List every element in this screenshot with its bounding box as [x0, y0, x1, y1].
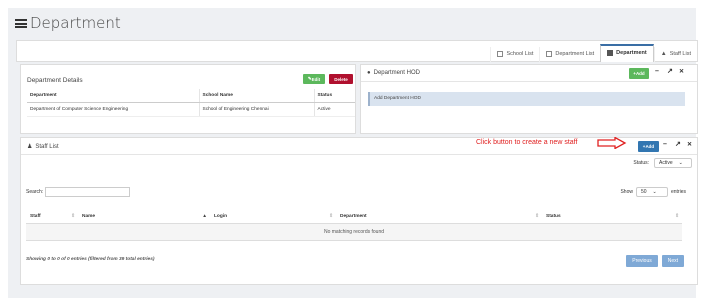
- sort-icon: ⇕: [534, 214, 539, 219]
- status-select[interactable]: Active ⌄: [654, 158, 692, 168]
- sort-icon: ⇕: [328, 214, 333, 219]
- tab-school-list[interactable]: School List: [490, 47, 539, 62]
- minimize-icon[interactable]: –: [655, 68, 659, 75]
- hod-title: ● Department HOD: [367, 70, 420, 76]
- tab-department-list[interactable]: Department List: [539, 47, 600, 62]
- annotation-text: Click button to create a new staff: [476, 139, 578, 146]
- show-entries-select[interactable]: 50 ⌄: [635, 187, 668, 197]
- department-details-panel: Department Details ✎ Edit Delete Departme…: [20, 64, 356, 134]
- close-icon[interactable]: ✕: [687, 141, 692, 148]
- column-header-status[interactable]: Status ⇕: [542, 210, 682, 224]
- tab-bar: School List Department List Department ▲…: [16, 40, 698, 62]
- column-header-name[interactable]: Name ▲: [78, 210, 210, 224]
- page-header: Department: [8, 8, 696, 38]
- search-input[interactable]: [45, 187, 131, 197]
- next-button[interactable]: Next: [661, 255, 684, 267]
- add-staff-button[interactable]: + Add: [638, 141, 659, 152]
- building-icon: [607, 50, 614, 56]
- pagination: Previous Next: [626, 255, 684, 267]
- arrow-right-icon: [597, 137, 627, 149]
- table-row: Department of Computer Science Engineeri…: [27, 102, 355, 117]
- sort-icon: ⇕: [674, 214, 679, 219]
- sort-icon: ⇕: [70, 214, 75, 219]
- empty-message: No matching records found: [26, 223, 682, 241]
- column-header-staff[interactable]: Staff ⇕: [26, 210, 78, 224]
- minimize-icon[interactable]: –: [663, 141, 667, 148]
- previous-button[interactable]: Previous: [626, 255, 658, 267]
- user-icon: ▲: [660, 51, 667, 57]
- expand-icon[interactable]: ↗: [667, 67, 673, 75]
- department-cell: Department of Computer Science Engineeri…: [27, 102, 199, 117]
- status-filter: Status: Active ⌄: [633, 158, 692, 168]
- school-icon: [497, 51, 504, 57]
- column-header-status: Status: [313, 89, 355, 103]
- hod-header: ● Department HOD + Add – ↗ ✕: [361, 65, 697, 82]
- department-details-title: Department Details: [27, 77, 83, 84]
- list-icon: [15, 19, 27, 28]
- chevron-down-icon: ⌄: [678, 160, 683, 166]
- page-title: Department: [30, 14, 121, 32]
- department-table: Department School Name Status Department…: [27, 89, 355, 117]
- school-name-cell: School of Engineering Chennai: [198, 102, 314, 117]
- list-icon: [546, 51, 553, 57]
- tab-staff-list[interactable]: ▲ Staff List: [653, 47, 697, 62]
- delete-button[interactable]: Delete: [329, 74, 353, 84]
- sort-asc-icon: ▲: [202, 214, 207, 219]
- column-header-school-name: School Name: [198, 89, 314, 103]
- status-cell: Active: [313, 102, 355, 117]
- users-icon: ♟: [27, 144, 33, 150]
- table-row: No matching records found: [26, 223, 682, 241]
- table-info: Showing 0 to 0 of 0 entries (filtered fr…: [26, 257, 155, 262]
- comment-icon: ●: [367, 70, 371, 76]
- tab-department[interactable]: Department: [600, 44, 654, 62]
- close-icon[interactable]: ✕: [679, 68, 684, 75]
- expand-icon[interactable]: ↗: [675, 140, 681, 148]
- department-hod-panel: ● Department HOD + Add – ↗ ✕ Add Departme…: [360, 64, 698, 134]
- chevron-down-icon: ⌄: [652, 189, 657, 195]
- column-header-department: Department: [27, 89, 199, 103]
- page-length: Show 50 ⌄ entries: [620, 187, 686, 197]
- add-hod-link[interactable]: Add Department HOD: [368, 92, 685, 106]
- staff-title: ♟ Staff List: [27, 143, 59, 151]
- page-background: Department School List Department List D…: [8, 8, 698, 298]
- column-header-login[interactable]: Login ⇕: [210, 210, 336, 224]
- search-group: Search:: [26, 187, 131, 197]
- column-header-department[interactable]: Department ⇕: [336, 210, 542, 224]
- staff-header: ♟ Staff List + Add – ↗ ✕: [21, 138, 697, 155]
- add-hod-button[interactable]: + Add: [629, 68, 649, 79]
- edit-button[interactable]: ✎ Edit: [303, 74, 325, 84]
- staff-table: Staff ⇕ Name ▲ Login ⇕ Department ⇕ Status ⇕ …: [26, 210, 682, 241]
